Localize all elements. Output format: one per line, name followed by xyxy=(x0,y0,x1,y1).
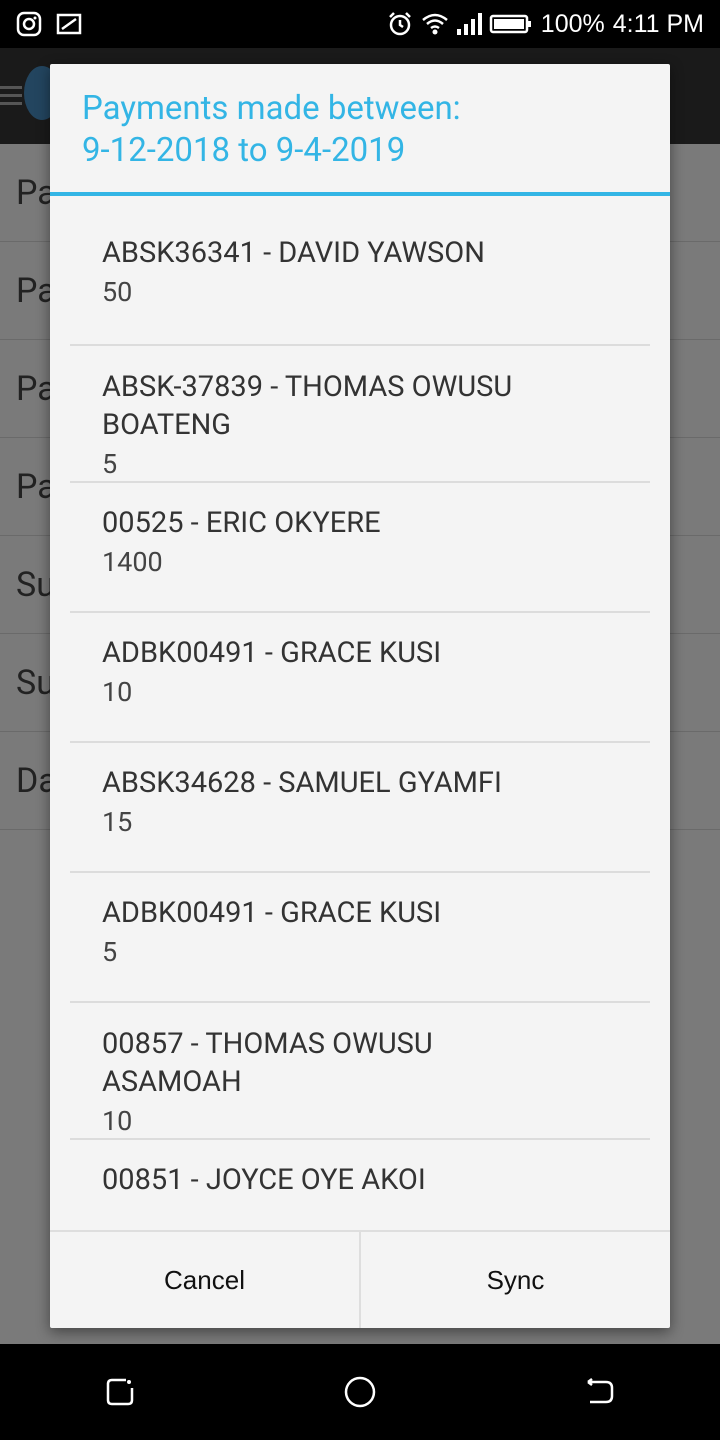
list-item[interactable]: ABSK34628 - SAMUEL GYAMFI 15 xyxy=(50,743,670,873)
back-icon xyxy=(587,1378,614,1404)
sync-button[interactable]: Sync xyxy=(361,1232,670,1328)
dialog-button-bar: Cancel Sync xyxy=(50,1230,670,1328)
screenshot-icon xyxy=(56,11,82,37)
dialog-title-line1: Payments made between: xyxy=(82,89,461,128)
payment-name: ADBK00491 - GRACE KUSI xyxy=(102,896,442,930)
battery-icon xyxy=(489,11,533,37)
payment-amount: 10 xyxy=(102,1105,133,1137)
payment-name: 00525 - ERIC OKYERE xyxy=(102,506,381,540)
payment-name: ABSK-37839 - THOMAS OWUSU BOATENG xyxy=(102,370,513,442)
navigation-bar xyxy=(0,1344,720,1440)
payment-amount: 5 xyxy=(102,448,118,480)
payment-amount: 10 xyxy=(102,676,133,708)
list-item[interactable]: 00851 - JOYCE OYE AKOI 10 xyxy=(50,1140,670,1208)
payment-name: ABSK34628 - SAMUEL GYAMFI xyxy=(102,766,502,800)
instagram-icon xyxy=(16,11,42,37)
payment-name: 00857 - THOMAS OWUSU ASAMOAH xyxy=(102,1027,433,1099)
list-item[interactable]: ABSK-37839 - THOMAS OWUSU BOATENG 5 xyxy=(50,346,670,483)
payments-dialog: Payments made between: 9-12-2018 to 9-4-… xyxy=(50,64,670,1328)
payment-amount: 5 xyxy=(102,936,118,968)
payment-name: ADBK00491 - GRACE KUSI xyxy=(102,636,442,670)
list-item[interactable]: 00857 - THOMAS OWUSU ASAMOAH 10 xyxy=(50,1003,670,1140)
home-icon xyxy=(344,1376,376,1408)
list-item[interactable]: ABSK36341 - DAVID YAWSON 50 xyxy=(50,196,670,346)
clock: 4:11 PM xyxy=(612,9,704,38)
cancel-button[interactable]: Cancel xyxy=(50,1232,359,1328)
status-bar: 100% 4:11 PM xyxy=(0,0,720,48)
list-item[interactable]: ADBK00491 - GRACE KUSI 10 xyxy=(50,613,670,743)
payment-name: ABSK36341 - DAVID YAWSON xyxy=(102,236,485,270)
payments-list[interactable]: ABSK36341 - DAVID YAWSON 50 ABSK-37839 -… xyxy=(50,196,670,1208)
payment-name: 00851 - JOYCE OYE AKOI xyxy=(102,1163,426,1197)
wifi-icon xyxy=(421,11,448,37)
recent-apps-icon xyxy=(106,1378,134,1406)
dialog-title: Payments made between: 9-12-2018 to 9-4-… xyxy=(50,64,670,192)
alarm-icon xyxy=(387,11,413,37)
menu-icon xyxy=(0,86,22,106)
dialog-title-dates: 9-12-2018 to 9-4-2019 xyxy=(82,131,406,170)
list-item[interactable]: 00525 - ERIC OKYERE 1400 xyxy=(50,483,670,613)
payment-amount: 1400 xyxy=(102,546,163,578)
signal-icon xyxy=(455,11,482,37)
home-button[interactable] xyxy=(330,1362,390,1422)
list-item[interactable]: ADBK00491 - GRACE KUSI 5 xyxy=(50,873,670,1003)
payment-amount: 15 xyxy=(102,806,133,838)
payment-amount: 10 xyxy=(102,1199,650,1208)
recent-apps-button[interactable] xyxy=(90,1362,150,1422)
back-button[interactable] xyxy=(570,1362,630,1422)
battery-percent: 100% xyxy=(540,9,605,38)
payment-amount: 50 xyxy=(102,276,133,308)
